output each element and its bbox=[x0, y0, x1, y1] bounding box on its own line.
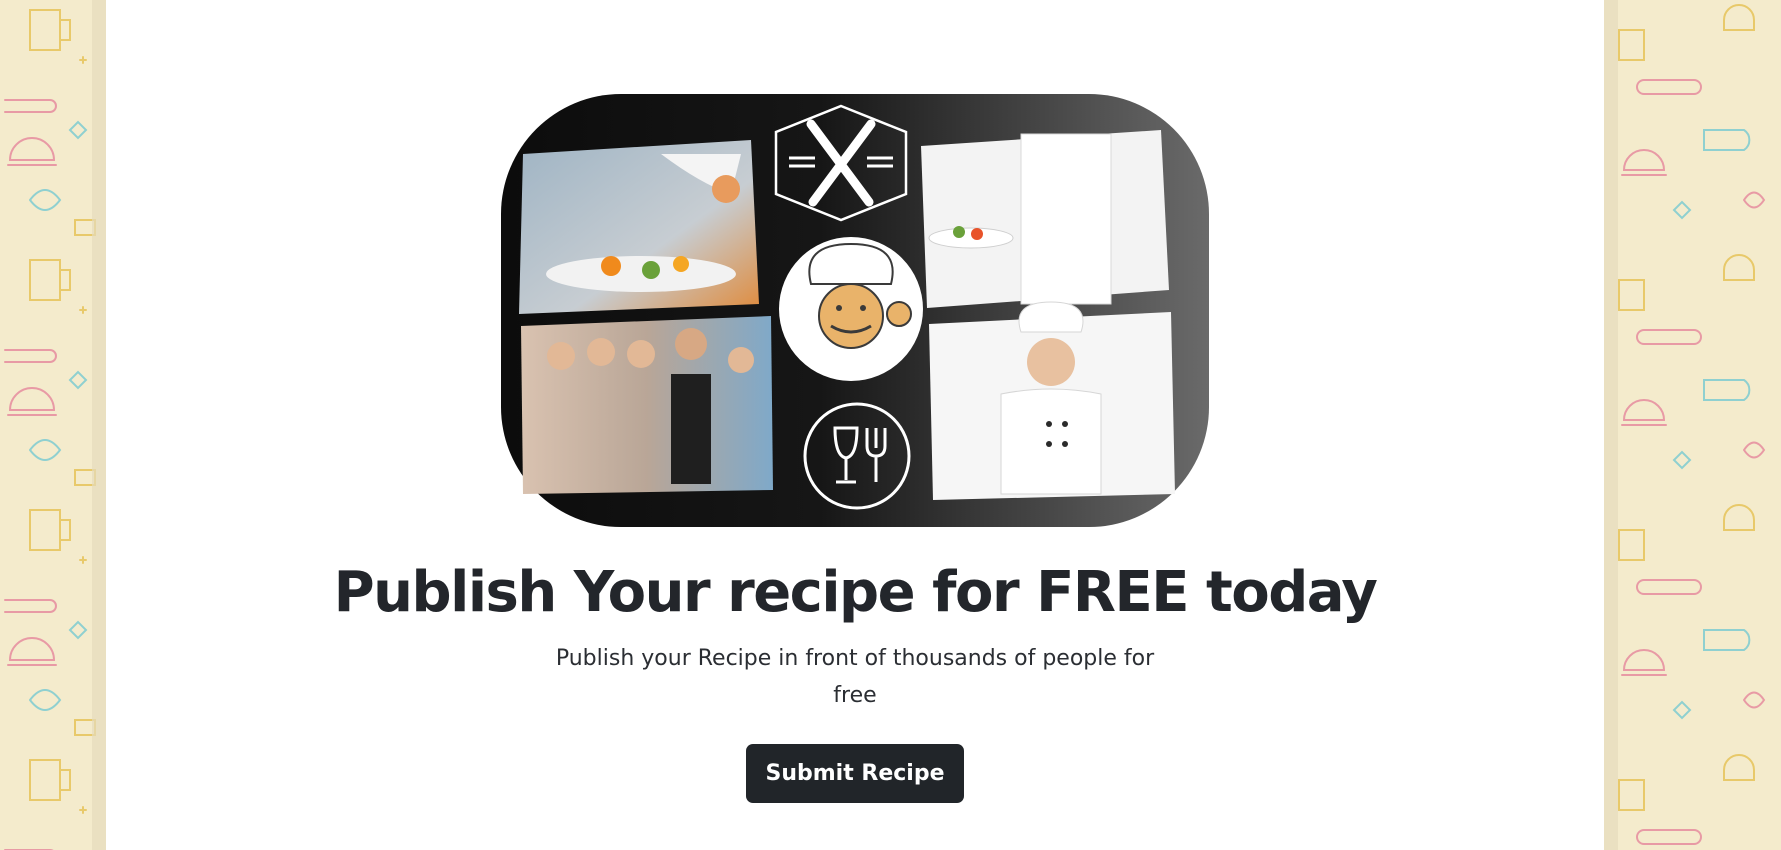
chef-holding-plate-photo bbox=[921, 130, 1169, 308]
submit-recipe-button[interactable]: Submit Recipe bbox=[746, 744, 964, 803]
food-pattern-left bbox=[0, 0, 106, 850]
chef-mascot-icon bbox=[779, 237, 923, 381]
hero-title: Publish Your recipe for FREE today bbox=[333, 560, 1378, 625]
food-pattern-right bbox=[1604, 0, 1781, 850]
smiling-chef-photo bbox=[929, 301, 1175, 500]
main-content: Publish Your recipe for FREE today Publi… bbox=[106, 0, 1604, 850]
chef-plating-photo bbox=[519, 140, 759, 314]
hero-subtitle: Publish your Recipe in front of thousand… bbox=[555, 646, 1155, 708]
restaurant-staff-photo bbox=[521, 316, 773, 494]
hero-banner bbox=[501, 94, 1209, 527]
